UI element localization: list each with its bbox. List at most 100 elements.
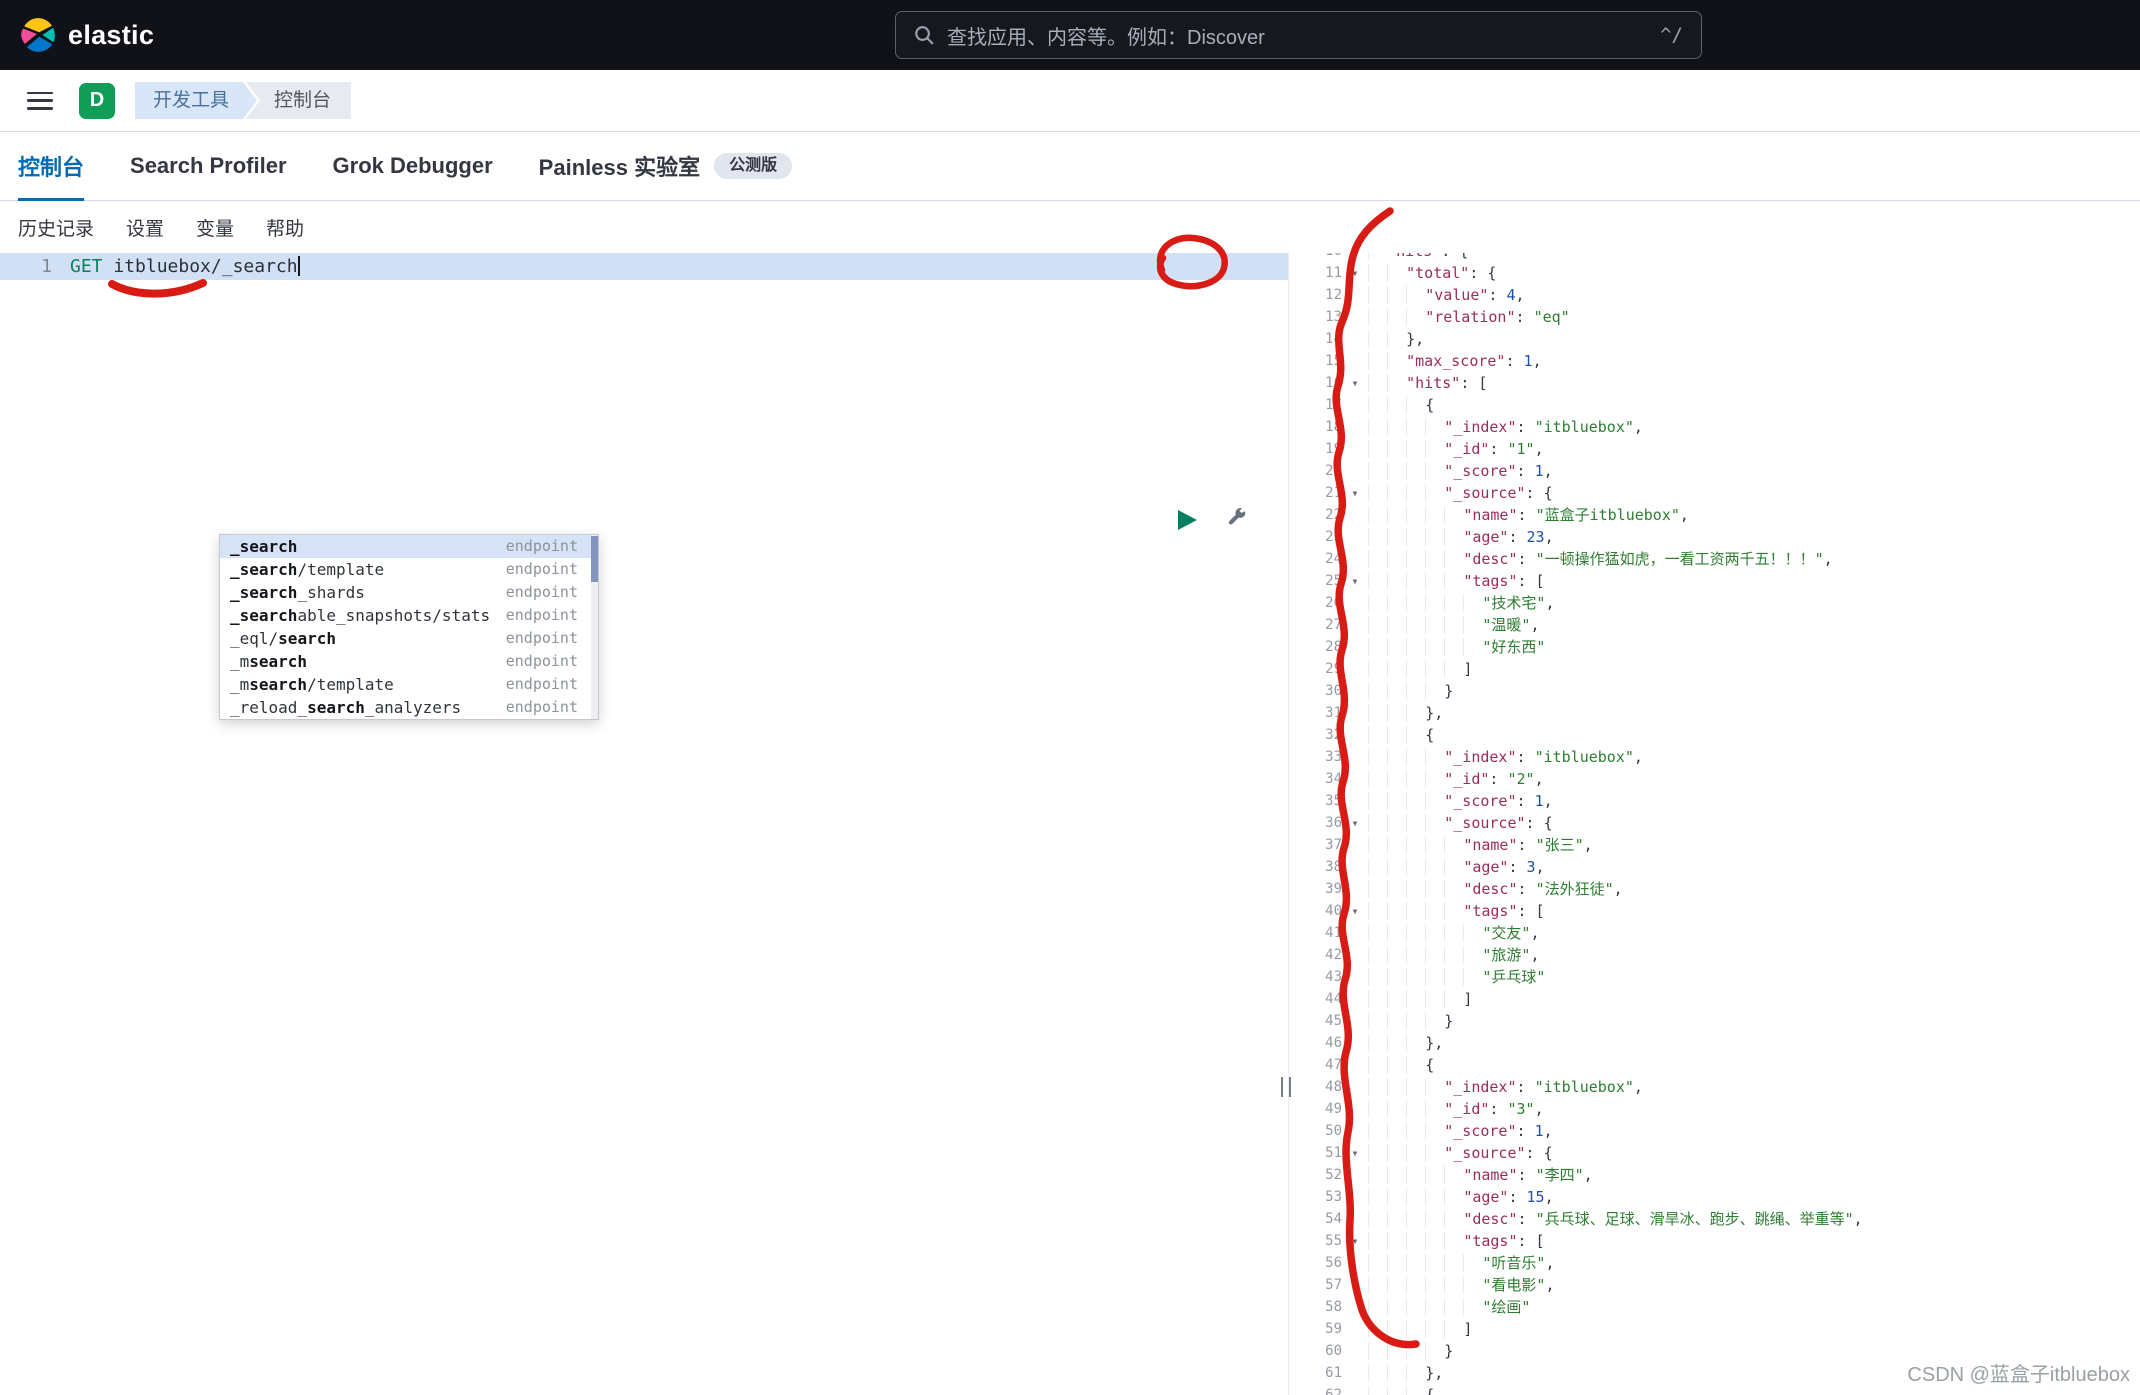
fold-caret-empty [1342, 548, 1368, 570]
output-line: 49 "_id": "3", [1314, 1098, 2140, 1120]
json-code: "_id": "2", [1368, 768, 1544, 790]
fold-caret-icon[interactable]: ▾ [1342, 372, 1368, 394]
fold-caret-empty [1342, 592, 1368, 614]
fold-caret-empty [1342, 394, 1368, 416]
json-code: "好东西" [1368, 636, 1545, 658]
console-menu-help[interactable]: 帮助 [266, 214, 304, 241]
tab-console[interactable]: 控制台 [18, 132, 85, 201]
output-line: 51 ▾ "_source": { [1314, 1142, 2140, 1164]
json-code: "name": "李四", [1368, 1164, 1593, 1186]
autocomplete-item-search[interactable]: _search endpoint [220, 535, 598, 558]
fold-caret-empty [1342, 1076, 1368, 1098]
json-code: "name": "蓝盒子itbluebox", [1368, 504, 1689, 526]
tab-grok-debugger[interactable]: Grok Debugger [333, 132, 493, 200]
breadcrumb-dev-tools[interactable]: 开发工具 [135, 82, 257, 119]
wrench-icon[interactable] [1226, 507, 1248, 534]
line-number: 35 [1325, 793, 1342, 809]
fold-caret-empty [1342, 1252, 1368, 1274]
console-menu-history[interactable]: 历史记录 [18, 214, 94, 241]
elastic-logo-icon [21, 18, 55, 52]
fold-caret-icon[interactable]: ▾ [1342, 570, 1368, 592]
fold-caret-empty [1342, 1384, 1368, 1395]
output-line: 29 ] [1314, 658, 2140, 680]
json-code: "age": 3, [1368, 856, 1545, 878]
output-line: 10 "hits": { [1314, 253, 2140, 262]
json-code: "技术宅", [1368, 592, 1554, 614]
fold-caret-icon[interactable]: ▾ [1342, 1230, 1368, 1252]
elastic-home-link[interactable]: elastic [20, 17, 154, 53]
fold-caret-empty [1342, 768, 1368, 790]
autocomplete-scrollbar[interactable] [591, 535, 598, 719]
tab-label: Grok Debugger [332, 153, 493, 178]
fold-caret-empty [1342, 1164, 1368, 1186]
space-avatar[interactable]: D [79, 82, 115, 119]
fold-caret-icon[interactable]: ▾ [1342, 1142, 1368, 1164]
autocomplete-item-search-shards[interactable]: _search_shards endpoint [220, 581, 598, 604]
json-code: "乒乓球" [1368, 966, 1545, 988]
output-line: 42 "旅游", [1314, 944, 2140, 966]
line-number: 32 [1325, 727, 1342, 743]
line-number: 61 [1325, 1365, 1342, 1381]
fold-caret-empty [1342, 878, 1368, 900]
json-code: }, [1368, 1032, 1443, 1054]
fold-caret-empty [1342, 416, 1368, 438]
json-code: "_source": { [1368, 812, 1553, 834]
output-line: 41 "交友", [1314, 922, 2140, 944]
json-code: "hits": [ [1368, 372, 1487, 394]
fold-caret-empty [1342, 680, 1368, 702]
fold-caret-empty [1342, 284, 1368, 306]
fold-caret-empty [1342, 658, 1368, 680]
beta-badge: 公测版 [714, 153, 793, 179]
line-number: 30 [1325, 683, 1342, 699]
json-code: { [1368, 394, 1434, 416]
menu-button[interactable] [27, 91, 53, 110]
fold-caret-empty [1342, 702, 1368, 724]
tab-search-profiler[interactable]: Search Profiler [130, 132, 287, 200]
output-line: 44 ] [1314, 988, 2140, 1010]
line-number: 11 [1325, 265, 1342, 281]
autocomplete-item-search-template[interactable]: _search/template endpoint [220, 558, 598, 581]
fold-caret-icon[interactable]: ▾ [1342, 812, 1368, 834]
autocomplete-item-eql-search[interactable]: _eql/search endpoint [220, 627, 598, 650]
json-code: "max_score": 1, [1368, 350, 1542, 372]
line-number: 22 [1325, 507, 1342, 523]
fold-caret-icon[interactable]: ▾ [1342, 262, 1368, 284]
autocomplete-item-msearch-template[interactable]: _msearch/template endpoint [220, 673, 598, 696]
console-menu-settings[interactable]: 设置 [126, 214, 164, 241]
fold-caret-icon[interactable]: ▾ [1342, 482, 1368, 504]
output-line: 15 "max_score": 1, [1314, 350, 2140, 372]
json-code: "旅游", [1368, 944, 1539, 966]
tab-painless-lab[interactable]: Painless 实验室 公测版 [538, 132, 793, 200]
breadcrumb-console[interactable]: 控制台 [246, 82, 352, 119]
response-output[interactable]: 10 "hits": {11▾ "total": {12 "value": 4,… [1314, 253, 2140, 1395]
global-search-input[interactable]: 查找应用、内容等。例如：Discover ^/ [895, 11, 1702, 59]
line-number: 28 [1325, 639, 1342, 655]
json-code: }, [1368, 1362, 1443, 1384]
json-code: "age": 15, [1368, 1186, 1554, 1208]
fold-caret-empty [1342, 988, 1368, 1010]
json-code: "听音乐", [1368, 1252, 1554, 1274]
autocomplete-label: _searchable_snapshots/stats [230, 606, 491, 625]
line-number: 37 [1325, 837, 1342, 853]
console-menu-variables[interactable]: 变量 [196, 214, 234, 241]
autocomplete-item-searchable-snapshots-stats[interactable]: _searchable_snapshots/stats endpoint [220, 604, 598, 627]
line-number: 27 [1325, 617, 1342, 633]
output-line: 34 "_id": "2", [1314, 768, 2140, 790]
output-line: 16 ▾ "hits": [ [1314, 372, 2140, 394]
tab-label: Painless 实验室 [538, 155, 701, 180]
send-request-button[interactable] [1178, 510, 1197, 530]
editor-active-line[interactable]: 1 GET itbluebox/_search [0, 253, 1288, 280]
output-line: 43 "乒乓球" [1314, 966, 2140, 988]
line-number: 17 [1325, 397, 1342, 413]
line-number: 55 [1325, 1233, 1342, 1249]
panel-resizer[interactable] [1281, 1077, 1291, 1097]
json-code: "_index": "itbluebox", [1368, 746, 1643, 768]
fold-caret-empty [1342, 1340, 1368, 1362]
autocomplete-item-reload-search-analyzers[interactable]: _reload_search_analyzers endpoint [220, 696, 598, 719]
fold-caret-icon[interactable]: ▾ [1342, 900, 1368, 922]
autocomplete-item-msearch[interactable]: _msearch endpoint [220, 650, 598, 673]
output-line: 21 ▾ "_source": { [1314, 482, 2140, 504]
output-line: 13 "relation": "eq" [1314, 306, 2140, 328]
output-line: 32 { [1314, 724, 2140, 746]
request-editor[interactable]: 1 GET itbluebox/_search _search endpoint _… [0, 253, 1288, 1395]
